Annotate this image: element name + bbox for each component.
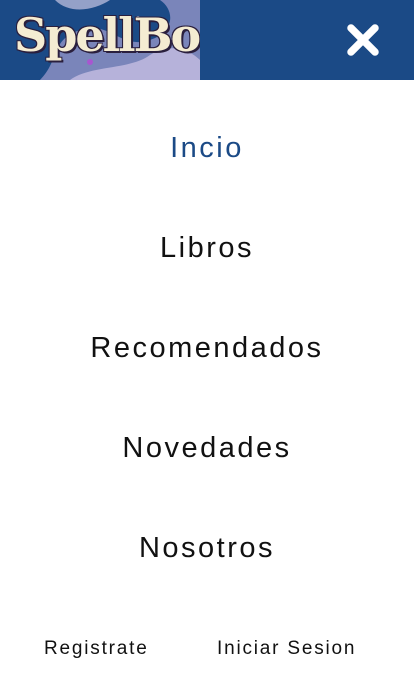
menu-item-libros[interactable]: Libros xyxy=(0,218,414,278)
menu-item-recomendados[interactable]: Recomendados xyxy=(0,318,414,378)
close-icon xyxy=(347,24,379,56)
spellbook-logo[interactable]: SpellBook xyxy=(0,0,200,80)
menu-item-novedades[interactable]: Novedades xyxy=(0,418,414,478)
menu-item-nosotros[interactable]: Nosotros xyxy=(0,518,414,578)
logo-text: SpellBook xyxy=(14,8,200,62)
register-link[interactable]: Registrate xyxy=(44,634,149,664)
close-menu-button[interactable] xyxy=(341,20,385,60)
menu-item-inicio[interactable]: Incio xyxy=(0,118,414,178)
app-header: SpellBook xyxy=(0,0,414,80)
login-link[interactable]: Iniciar Sesion xyxy=(217,634,356,664)
